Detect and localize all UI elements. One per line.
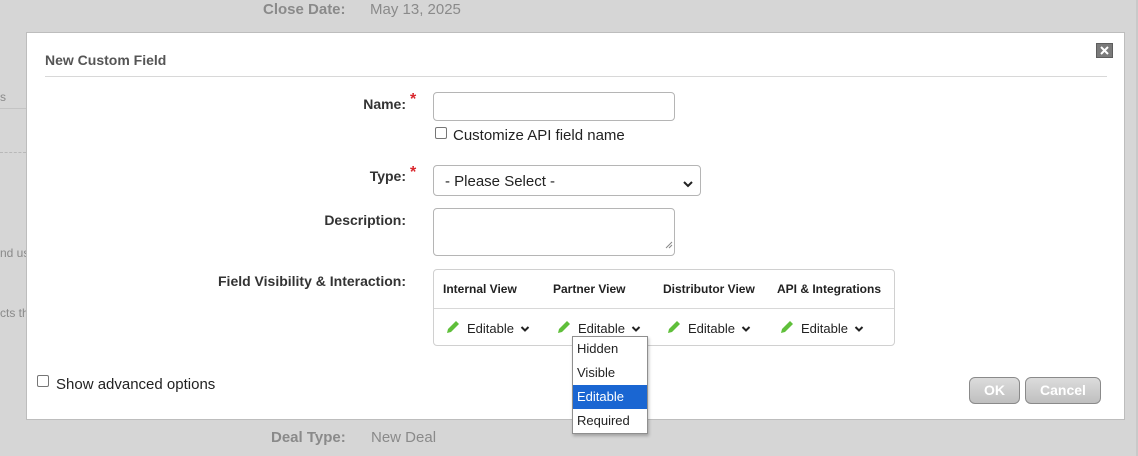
column-header-api-integrations: API & Integrations bbox=[777, 282, 882, 296]
name-input[interactable] bbox=[433, 92, 675, 121]
internal-view-selector[interactable]: Editable bbox=[445, 319, 530, 337]
background-text-fragment: s bbox=[0, 90, 6, 104]
description-textarea[interactable] bbox=[433, 208, 675, 256]
pencil-icon bbox=[666, 319, 682, 338]
chevron-down-icon bbox=[631, 321, 641, 336]
deal-type-label: Deal Type: bbox=[271, 429, 346, 446]
required-marker: * bbox=[410, 91, 417, 108]
visibility-label: Field Visibility & Interaction: bbox=[218, 273, 406, 289]
dropdown-option-required[interactable]: Required bbox=[573, 409, 647, 433]
background-dashed-divider bbox=[0, 152, 26, 153]
type-select[interactable]: - Please Select - bbox=[433, 165, 701, 196]
partner-view-dropdown-list: Hidden Visible Editable Required bbox=[572, 336, 648, 434]
dropdown-option-visible[interactable]: Visible bbox=[573, 361, 647, 385]
distributor-view-value: Editable bbox=[688, 320, 735, 336]
pencil-icon bbox=[556, 319, 572, 338]
chevron-down-icon bbox=[682, 176, 694, 194]
description-label: Description: bbox=[324, 212, 406, 228]
chevron-down-icon bbox=[854, 321, 864, 336]
table-divider bbox=[434, 308, 894, 309]
close-button[interactable] bbox=[1096, 43, 1113, 58]
show-advanced-checkbox[interactable] bbox=[37, 375, 49, 387]
column-header-internal-view: Internal View bbox=[443, 282, 517, 296]
show-advanced-label: Show advanced options bbox=[56, 376, 216, 393]
internal-view-value: Editable bbox=[467, 320, 514, 336]
resize-grip-icon[interactable] bbox=[665, 236, 673, 254]
background-text-fragment: nd us bbox=[0, 246, 30, 260]
title-divider bbox=[45, 76, 1107, 77]
close-date-value: May 13, 2025 bbox=[370, 1, 461, 18]
column-header-partner-view: Partner View bbox=[553, 282, 626, 296]
api-integrations-selector[interactable]: Editable bbox=[779, 319, 864, 337]
pencil-icon bbox=[445, 319, 461, 338]
chevron-down-icon bbox=[520, 321, 530, 336]
dropdown-option-editable[interactable]: Editable bbox=[573, 385, 647, 409]
ok-button[interactable]: OK bbox=[969, 377, 1020, 404]
dropdown-option-hidden[interactable]: Hidden bbox=[573, 337, 647, 361]
type-label: Type: bbox=[369, 168, 406, 184]
customize-api-checkbox[interactable] bbox=[435, 127, 447, 139]
dialog-title: New Custom Field bbox=[45, 52, 167, 68]
partner-view-value: Editable bbox=[578, 320, 625, 336]
cancel-button[interactable]: Cancel bbox=[1025, 377, 1101, 404]
close-date-label: Close Date: bbox=[263, 1, 346, 18]
visibility-table: Internal View Partner View Distributor V… bbox=[433, 269, 895, 346]
api-integrations-value: Editable bbox=[801, 320, 848, 336]
required-marker: * bbox=[410, 164, 417, 181]
chevron-down-icon bbox=[741, 321, 751, 336]
type-select-value: - Please Select - bbox=[445, 173, 556, 190]
background-divider bbox=[0, 108, 26, 109]
pencil-icon bbox=[779, 319, 795, 338]
customize-api-label: Customize API field name bbox=[453, 127, 625, 144]
deal-type-value: New Deal bbox=[371, 429, 437, 446]
partner-view-selector[interactable]: Editable bbox=[556, 319, 641, 337]
column-header-distributor-view: Distributor View bbox=[663, 282, 755, 296]
background-text-fragment: cts th bbox=[0, 306, 29, 320]
close-icon bbox=[1097, 46, 1112, 55]
name-label: Name: bbox=[363, 96, 406, 112]
distributor-view-selector[interactable]: Editable bbox=[666, 319, 751, 337]
new-custom-field-dialog: New Custom Field Name: * Customize API f… bbox=[26, 32, 1125, 434]
